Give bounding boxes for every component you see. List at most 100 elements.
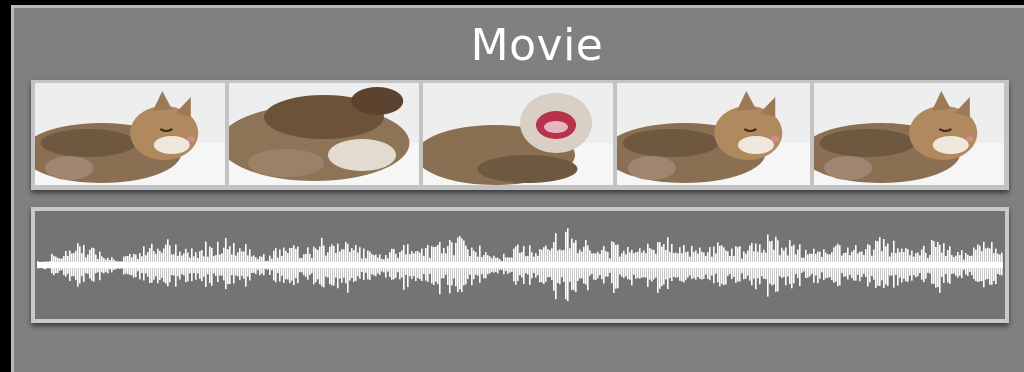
waveform-sample xyxy=(371,253,373,275)
waveform-sample xyxy=(615,244,617,289)
waveform-sample xyxy=(839,245,841,286)
waveform-sample xyxy=(875,240,877,288)
waveform-sample xyxy=(633,253,635,275)
waveform-sample xyxy=(871,255,873,276)
waveform-sample xyxy=(751,242,753,286)
waveform-sample xyxy=(167,239,169,287)
waveform-sample xyxy=(523,246,525,285)
waveform-sample xyxy=(485,252,487,279)
waveform-sample xyxy=(901,248,903,283)
waveform-sample xyxy=(547,249,549,278)
waveform-sample xyxy=(549,250,551,278)
waveform-sample xyxy=(811,253,813,275)
thumbnail-cat-sleeping-paw-forward[interactable] xyxy=(617,83,810,185)
waveform-sample xyxy=(325,255,327,277)
waveform-sample xyxy=(895,252,897,275)
waveform-sample xyxy=(977,244,979,282)
waveform-sample xyxy=(419,252,421,280)
thumbnail-cat-sleeping-1[interactable] xyxy=(35,83,225,185)
waveform-sample xyxy=(759,244,761,285)
waveform-sample xyxy=(595,253,597,280)
waveform-sample xyxy=(897,248,899,286)
waveform-sample xyxy=(177,255,179,277)
waveform-sample xyxy=(933,241,935,284)
waveform-sample xyxy=(131,257,133,276)
waveform-sample xyxy=(143,246,145,281)
waveform-sample xyxy=(767,234,769,297)
waveform-sample xyxy=(395,253,397,278)
waveform-sample xyxy=(237,252,239,277)
audio-track[interactable] xyxy=(31,207,1009,323)
waveform-sample xyxy=(967,254,969,276)
video-filmstrip-track[interactable] xyxy=(31,80,1009,190)
waveform-sample xyxy=(465,245,467,285)
waveform-sample xyxy=(695,250,697,280)
waveform-sample xyxy=(393,248,395,280)
waveform-sample xyxy=(577,253,579,282)
waveform-sample xyxy=(535,253,537,278)
waveform-sample xyxy=(479,245,481,283)
waveform-sample xyxy=(85,257,87,274)
waveform-sample xyxy=(447,246,449,285)
waveform-sample xyxy=(45,261,47,270)
waveform-sample xyxy=(903,252,905,279)
waveform-sample xyxy=(49,261,51,269)
waveform-sample xyxy=(359,247,361,279)
waveform-sample xyxy=(803,257,805,272)
waveform-sample xyxy=(263,253,265,276)
waveform-sample xyxy=(729,255,731,275)
waveform-sample xyxy=(719,245,721,287)
waveform-sample xyxy=(315,248,317,283)
waveform-sample xyxy=(53,255,55,276)
waveform-sample xyxy=(79,246,81,284)
waveform-sample xyxy=(539,249,541,283)
waveform-sample xyxy=(499,259,501,270)
waveform-sample xyxy=(151,243,153,283)
waveform-sample xyxy=(181,255,183,275)
waveform-sample xyxy=(715,253,717,274)
waveform-sample xyxy=(823,249,825,280)
waveform-sample xyxy=(785,247,787,286)
waveform-sample xyxy=(407,244,409,288)
waveform-sample xyxy=(403,245,405,290)
thumbnail-cat-paws-up[interactable] xyxy=(229,83,419,185)
waveform-sample xyxy=(373,255,375,276)
waveform-sample xyxy=(87,254,89,274)
waveform-sample xyxy=(207,256,209,275)
waveform-sample xyxy=(267,260,269,270)
waveform-sample xyxy=(647,243,649,287)
waveform-sample xyxy=(847,247,849,280)
waveform-sample xyxy=(111,257,113,273)
waveform-sample xyxy=(635,252,637,279)
waveform-sample xyxy=(461,238,463,292)
waveform-sample xyxy=(449,239,451,294)
waveform-sample xyxy=(629,252,631,280)
waveform-sample xyxy=(753,251,755,279)
waveform-sample xyxy=(381,258,383,272)
waveform-sample xyxy=(587,245,589,291)
waveform-sample xyxy=(569,248,571,282)
waveform-sample xyxy=(357,252,359,277)
waveform-sample xyxy=(957,252,959,278)
waveform-sample xyxy=(599,253,601,276)
waveform-sample xyxy=(121,261,123,269)
waveform-sample xyxy=(257,259,259,271)
waveform-sample xyxy=(249,249,251,281)
waveform-sample xyxy=(147,252,149,277)
waveform-sample xyxy=(815,253,817,276)
thumbnail-cat-sleeping-2[interactable] xyxy=(814,83,1004,185)
waveform-sample xyxy=(593,253,595,280)
waveform-sample xyxy=(697,253,699,278)
thumbnail-cat-yawning[interactable] xyxy=(423,83,613,185)
waveform-sample xyxy=(733,255,735,277)
waveform-sample xyxy=(907,249,909,282)
waveform-sample xyxy=(813,248,815,283)
waveform-sample xyxy=(281,255,283,276)
waveform-sample xyxy=(511,257,513,272)
waveform-sample xyxy=(949,246,951,284)
waveform-sample xyxy=(443,247,445,279)
waveform-sample xyxy=(491,258,493,272)
waveform-sample xyxy=(857,253,859,275)
waveform-sample xyxy=(129,254,131,275)
waveform-sample xyxy=(873,249,875,280)
